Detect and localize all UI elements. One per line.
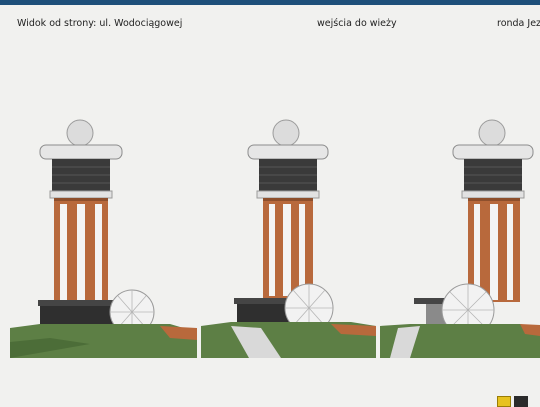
tower-view-street [10, 112, 197, 358]
caption-roundabout-view: ronda Jez [497, 18, 540, 29]
tower-view-entrance [201, 112, 376, 358]
top-bar [0, 0, 540, 5]
caption-street-view: Widok od strony: ul. Wodociągowej [17, 18, 183, 29]
caption-entrance-view: wejścia do wieży [317, 18, 397, 29]
logo-icon [497, 396, 511, 407]
play-icon[interactable] [514, 396, 528, 407]
tower-view-roundabout [380, 112, 540, 358]
